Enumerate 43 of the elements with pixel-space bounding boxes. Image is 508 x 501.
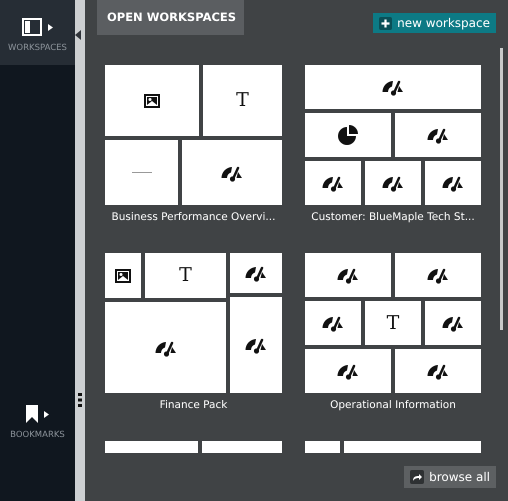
line-icon: [132, 172, 152, 174]
panel-layout-icon: [22, 18, 42, 36]
gauge-icon: [154, 338, 176, 357]
gauge-icon: [442, 174, 464, 192]
text-widget-icon: T: [386, 314, 400, 332]
gauge-icon: [245, 264, 267, 282]
sidebar-item[interactable]: BOOKMARKS: [0, 387, 75, 452]
image-icon: [144, 94, 160, 108]
workspace-thumbnail[interactable]: T: [105, 253, 282, 393]
image-icon: [115, 268, 131, 283]
pointer-icon: [75, 30, 81, 40]
workspace-thumbnail[interactable]: [305, 65, 481, 205]
sidebar-item[interactable]: WORKSPACES: [0, 0, 75, 65]
gauge-icon: [427, 126, 449, 144]
workspace-thumbnail[interactable]: T: [105, 65, 282, 205]
workspace-title[interactable]: Customer: BlueMaple Tech St...: [305, 211, 481, 223]
workspace-title[interactable]: Business Performance Overvi...: [105, 211, 282, 223]
scrollbar[interactable]: [500, 48, 503, 330]
new-workspace-button[interactable]: new workspace: [373, 13, 496, 33]
bookmark-icon: [26, 405, 38, 423]
plus-icon: [379, 16, 392, 30]
workspace-thumbnail[interactable]: T: [305, 253, 481, 393]
gauge-icon: [245, 336, 267, 354]
gauge-icon: [337, 362, 359, 380]
pie-chart-icon: [337, 124, 359, 146]
caret-icon: [44, 410, 49, 418]
gauge-icon: [337, 266, 359, 284]
gauge-icon: [442, 314, 464, 332]
gauge-icon: [427, 362, 449, 380]
workspace-title[interactable]: Finance Pack: [105, 399, 282, 411]
workspace-title[interactable]: Operational Information: [305, 399, 481, 411]
gauge-icon: [322, 174, 344, 192]
gauge-icon: [221, 164, 244, 182]
drag-handle-icon[interactable]: [78, 393, 82, 407]
caret-icon: [48, 24, 53, 30]
gauge-icon: [382, 78, 404, 96]
panel-title: OPEN WORKSPACES: [97, 0, 244, 35]
gauge-icon: [322, 314, 344, 332]
gauge-icon: [427, 266, 449, 284]
text-widget-icon: T: [236, 91, 249, 110]
text-widget-icon: T: [179, 266, 192, 286]
browse-all-button[interactable]: browse all: [404, 466, 496, 488]
gauge-icon: [382, 174, 404, 192]
